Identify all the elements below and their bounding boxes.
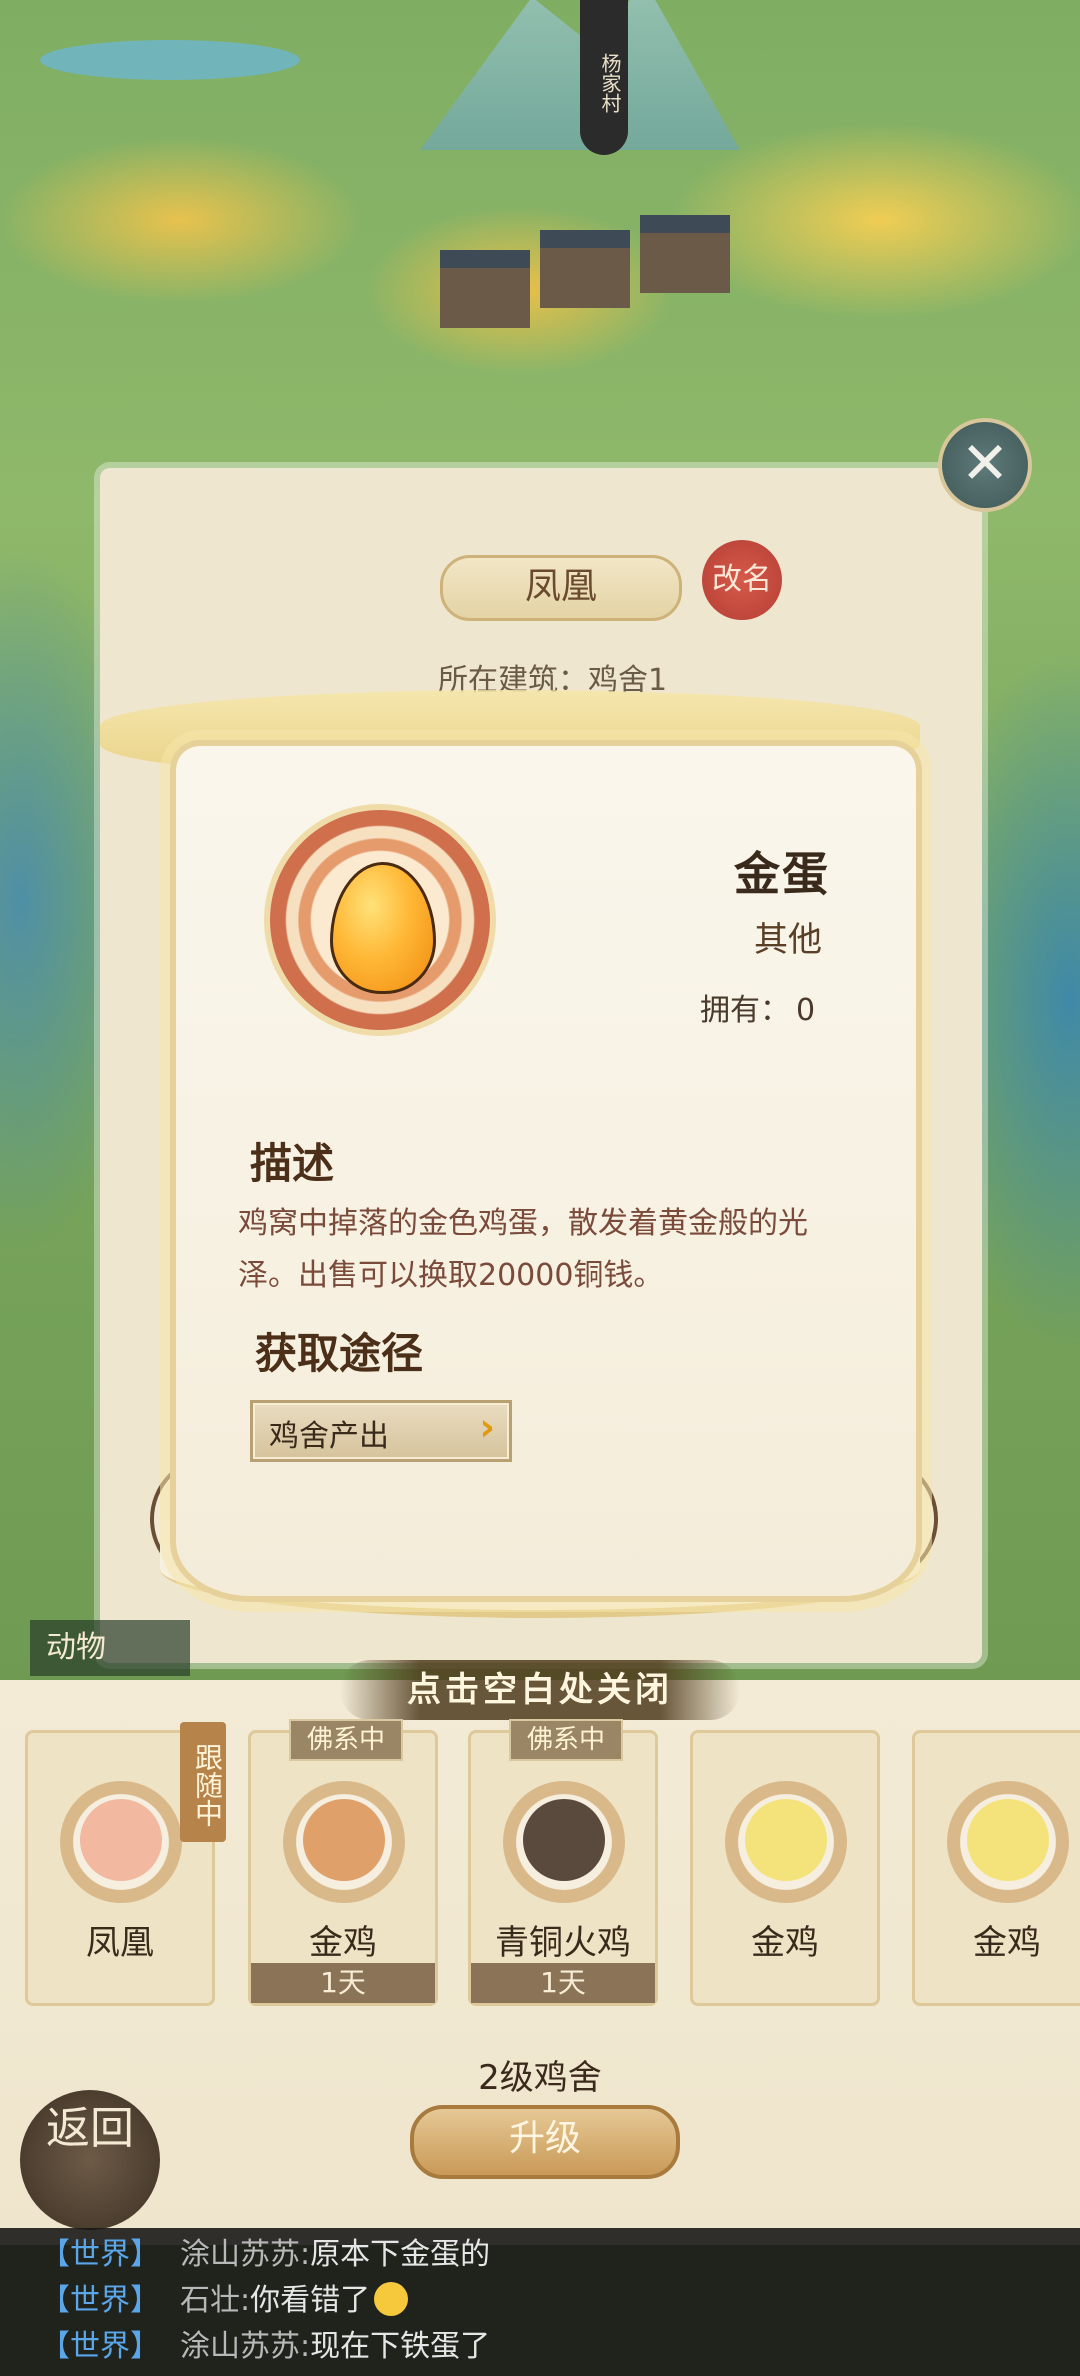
avatar — [283, 1781, 405, 1903]
chat-channel: 【世界】 — [40, 2283, 160, 2318]
chick-icon — [967, 1799, 1049, 1881]
chat-channel: 【世界】 — [40, 2329, 160, 2364]
close-hint[interactable]: 点击空白处关闭 — [340, 1660, 740, 1720]
animal-card-golden-chicken[interactable]: 佛系中 金鸡 1天 — [248, 1719, 438, 2006]
house-decoration — [640, 215, 730, 293]
animal-name: 凤凰 — [86, 1923, 154, 1963]
animal-name-plate: 凤凰 — [440, 555, 682, 621]
house-decoration — [540, 230, 630, 308]
chat-text: 你看错了 — [250, 2283, 371, 2318]
chick-icon — [745, 1799, 827, 1881]
upgrade-button[interactable]: 升级 — [410, 2105, 680, 2179]
village-banner: 杨家村 — [580, 0, 628, 155]
rename-button[interactable]: 改名 — [702, 540, 782, 620]
chat-user: 涂山苏苏: — [180, 2329, 311, 2364]
owned-label: 拥有： — [700, 993, 790, 1028]
avatar — [947, 1781, 1069, 1903]
avatar — [503, 1781, 625, 1903]
animal-card-golden-chicken[interactable]: 金鸡 — [690, 1730, 880, 2006]
chat-message: 【世界】 涂山苏苏:现在下铁蛋了 — [40, 2324, 490, 2370]
days-label: 1天 — [471, 1963, 655, 2003]
chicken-icon — [303, 1799, 385, 1881]
status-badge: 佛系中 — [509, 1719, 623, 1761]
animal-card-golden-chicken[interactable]: 金鸡 — [912, 1730, 1080, 2006]
status-badge: 佛系中 — [289, 1719, 403, 1761]
source-coop-button[interactable]: 鸡舍产出 › — [250, 1400, 512, 1462]
description-title: 描述 — [250, 1139, 335, 1188]
days-label: 1天 — [251, 1963, 435, 2003]
phoenix-icon — [80, 1799, 162, 1881]
animal-name: 金鸡 — [309, 1923, 377, 1963]
avatar — [725, 1781, 847, 1903]
animal-name: 金鸡 — [751, 1923, 819, 1963]
animal-card-bronze-turkey[interactable]: 佛系中 青铜火鸡 1天 — [468, 1719, 658, 2006]
chat-text: 原本下金蛋的 — [310, 2237, 491, 2272]
animal-name: 金鸡 — [973, 1923, 1041, 1963]
house-decoration — [440, 250, 530, 328]
description-text: 鸡窝中掉落的金色鸡蛋，散发着黄金般的光泽。出售可以换取20000铜钱。 — [238, 1206, 808, 1293]
animal-tab[interactable]: 动物 — [30, 1620, 190, 1676]
following-badge: 跟随中 — [180, 1722, 226, 1842]
back-button[interactable]: 返回 — [20, 2090, 160, 2230]
animal-name: 青铜火鸡 — [495, 1923, 631, 1963]
pond-decoration — [40, 40, 300, 80]
chat-channel: 【世界】 — [40, 2237, 160, 2272]
chat-message: 【世界】 涂山苏苏:原本下金蛋的 — [40, 2232, 490, 2278]
thinking-emoji-icon — [374, 2282, 409, 2316]
coop-level: 2级鸡舍 — [478, 2058, 602, 2098]
close-icon[interactable]: ✕ — [938, 418, 1032, 512]
chat-user: 石壮: — [180, 2283, 251, 2318]
item-type: 其他 — [754, 920, 822, 960]
source-button-label: 鸡舍产出 — [269, 1419, 389, 1454]
chat-message: 【世界】 石壮:你看错了 — [40, 2278, 409, 2324]
chevron-right-icon: › — [479, 1405, 495, 1449]
avatar — [60, 1781, 182, 1903]
owned-count: 0 — [796, 993, 816, 1028]
item-name: 金蛋 — [734, 847, 830, 901]
item-owned: 拥有： 0 — [700, 985, 815, 1029]
world-chat[interactable]: 【世界】 涂山苏苏:原本下金蛋的 【世界】 石壮:你看错了 【世界】 涂山苏苏:现在下… — [0, 2228, 1080, 2376]
chat-user: 涂山苏苏: — [180, 2237, 311, 2272]
source-title: 获取途径 — [255, 1329, 424, 1378]
chat-text: 现在下铁蛋了 — [310, 2329, 491, 2364]
turkey-icon — [523, 1799, 605, 1881]
